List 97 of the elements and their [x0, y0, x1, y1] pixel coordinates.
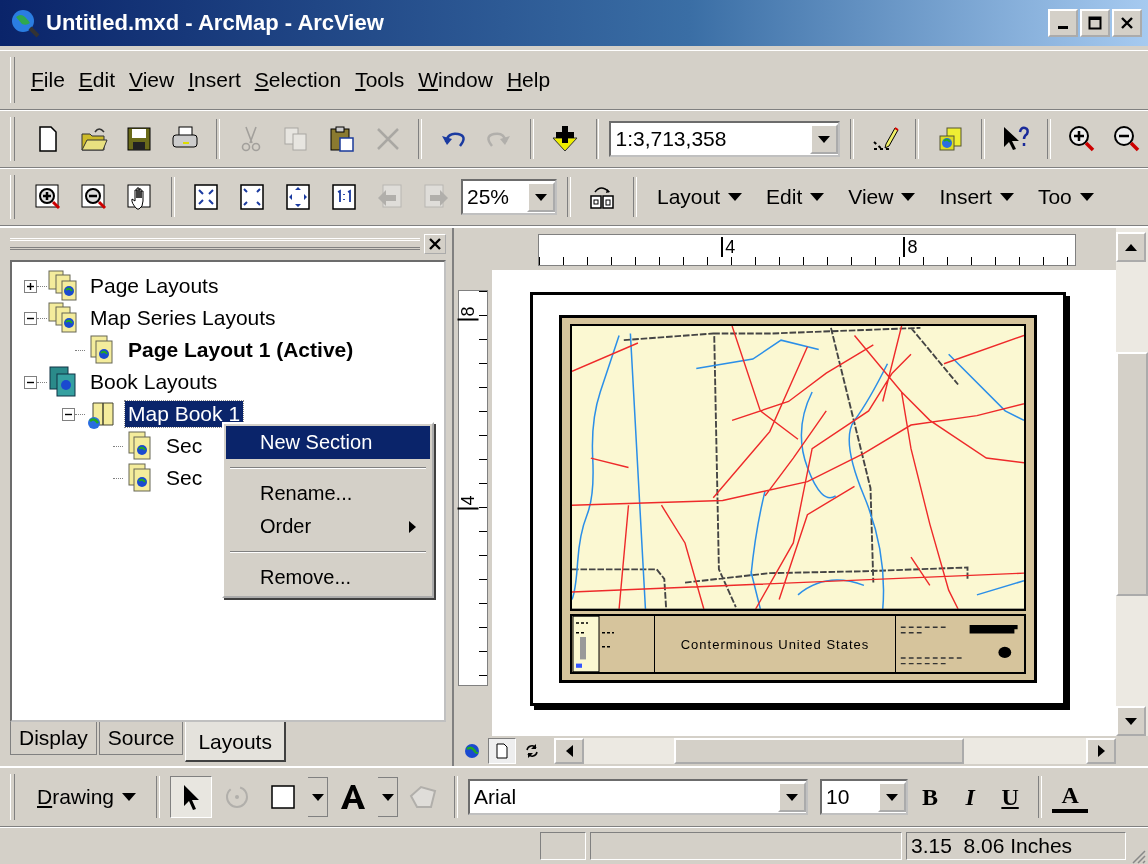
dropdown-icon: [886, 793, 899, 801]
map-title: Conterminous United States: [654, 616, 896, 672]
caret-icon: [810, 193, 825, 201]
drawing-menu[interactable]: Drawing: [27, 781, 147, 813]
text-icon: [339, 783, 368, 811]
close-icon: [1120, 16, 1134, 30]
minimize-icon: [1058, 26, 1068, 29]
dropdown-button[interactable]: [308, 777, 329, 817]
dropdown-icon: [817, 135, 830, 143]
page-zoom-in-icon: [33, 182, 63, 212]
font-combo[interactable]: Arial: [468, 779, 809, 815]
menu-item[interactable]: Rename...: [226, 477, 430, 510]
menu-item[interactable]: Edit: [72, 64, 122, 96]
page-zoom-out-icon: [79, 182, 109, 212]
page-icon: [494, 743, 510, 759]
toolbar-menu[interactable]: Edit: [756, 181, 835, 213]
zoom-combo[interactable]: 25%: [461, 179, 557, 215]
plus-icon: [26, 281, 35, 291]
tree-item[interactable]: Book Layouts: [87, 369, 221, 395]
down-arrow-icon: [1125, 717, 1137, 725]
panel-tab[interactable]: Display: [10, 722, 97, 755]
menu-item[interactable]: Window: [412, 64, 499, 96]
coordinates-readout: 3.15 8.06 Inches: [906, 832, 1126, 860]
horizontal-scrollbar[interactable]: [554, 738, 1116, 764]
menu-item[interactable]: Remove...: [226, 561, 430, 594]
add-data-icon: [549, 124, 580, 154]
select-tool-button[interactable]: [170, 776, 213, 818]
dropdown-icon: [786, 793, 799, 801]
polygon-icon: [408, 784, 439, 810]
toolbar-menu[interactable]: Too: [1027, 181, 1104, 213]
maximize-button[interactable]: [1080, 9, 1110, 37]
scale-combo[interactable]: 1:3,713,358: [609, 121, 840, 157]
panel-tab[interactable]: Layouts: [185, 722, 286, 762]
tree-item[interactable]: Sec: [163, 465, 206, 491]
caret-icon: [999, 193, 1014, 201]
tree-item[interactable]: Page Layout 1 (Active): [125, 337, 357, 363]
whole-page-icon: [283, 182, 313, 212]
expander[interactable]: [24, 311, 37, 325]
zoom-in-icon: [1066, 124, 1097, 154]
left-arrow-icon: [565, 745, 573, 757]
expander[interactable]: [24, 375, 37, 389]
menu-item[interactable]: View: [123, 64, 181, 96]
refresh-icon: [524, 743, 540, 759]
menu-item[interactable]: File: [25, 64, 71, 96]
ruler-label: 8: [903, 237, 918, 257]
window-title: Untitled.mxd - ArcMap - ArcView: [46, 10, 385, 36]
menu-item[interactable]: New Section: [226, 426, 430, 459]
menu-item[interactable]: Order: [226, 510, 430, 543]
up-arrow-icon: [1125, 243, 1137, 251]
menu-item[interactable]: Help: [500, 64, 557, 96]
dropdown-button[interactable]: [378, 777, 399, 817]
fixed-zoom-out-icon: [237, 182, 267, 212]
caret-icon: [901, 193, 916, 201]
ruler-label: 8: [457, 306, 479, 321]
expander[interactable]: [62, 407, 75, 421]
font-size-combo[interactable]: 10: [820, 779, 909, 815]
tree-item[interactable]: Map Series Layouts: [87, 305, 279, 331]
italic-button[interactable]: I: [952, 779, 989, 815]
caret-icon: [1079, 193, 1094, 201]
color-button[interactable]: A: [1052, 781, 1089, 813]
toolbar-menu[interactable]: Insert: [929, 181, 1024, 213]
underline-button[interactable]: U: [992, 779, 1029, 815]
panel-grip[interactable]: [10, 238, 420, 250]
dropdown-icon: [535, 193, 547, 201]
close-icon: [429, 238, 441, 250]
tree-item[interactable]: Page Layouts: [87, 273, 222, 299]
caret-icon: [122, 793, 137, 801]
close-button[interactable]: [424, 234, 446, 254]
fixed-zoom-in-icon: [191, 182, 221, 212]
right-arrow-icon: [1097, 745, 1105, 757]
menu-item[interactable]: Selection: [248, 64, 348, 96]
tree-item[interactable]: Sec: [163, 433, 206, 459]
ruler-label: 4: [457, 495, 479, 510]
submenu-arrow-icon: [409, 520, 416, 533]
close-button[interactable]: [1112, 9, 1142, 37]
ruler-label: 4: [721, 237, 736, 257]
vertical-scrollbar[interactable]: [1116, 228, 1148, 736]
dropdown-icon: [381, 793, 394, 801]
expander[interactable]: [24, 279, 37, 293]
tree-item[interactable]: Map Book 1: [125, 401, 244, 427]
layout-view-button[interactable]: [488, 738, 516, 764]
menu-item[interactable]: Tools: [349, 64, 411, 96]
globe-icon: [10, 8, 40, 38]
caret-icon: [728, 193, 743, 201]
toolbar-menu[interactable]: Layout: [647, 181, 753, 213]
globe-icon: [464, 743, 480, 759]
dropdown-icon: [311, 793, 324, 801]
panel-tab[interactable]: Source: [98, 722, 184, 755]
minimize-button[interactable]: [1048, 9, 1078, 37]
status-pane: [540, 832, 586, 860]
menu-item[interactable]: Insert: [182, 64, 247, 96]
actual-size-icon: [329, 182, 359, 212]
bold-button[interactable]: B: [912, 779, 949, 815]
toolbar-menu[interactable]: View: [838, 181, 926, 213]
rectangle-icon: [270, 784, 297, 810]
resize-grip-icon: [1130, 848, 1146, 864]
maximize-icon: [1088, 16, 1102, 30]
